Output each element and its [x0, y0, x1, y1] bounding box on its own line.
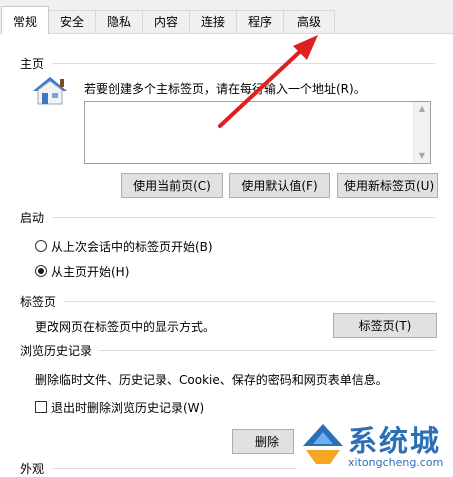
watermark: 系统城 xitongcheng.com: [296, 416, 453, 474]
annotation-arrow-icon: [218, 35, 318, 128]
tab-general[interactable]: 常规: [1, 6, 49, 34]
watermark-logo-icon: [303, 424, 343, 464]
watermark-url: xitongcheng.com: [348, 456, 444, 469]
watermark-brand: 系统城: [348, 424, 442, 458]
